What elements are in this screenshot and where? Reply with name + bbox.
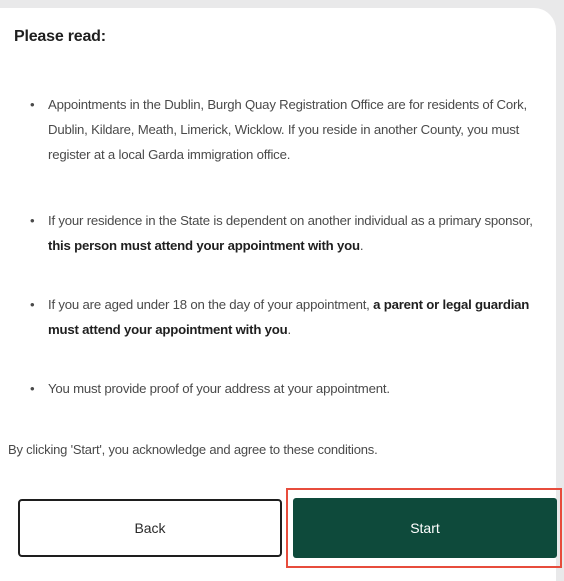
notice-title: Please read: <box>14 28 106 45</box>
condition-item: Appointments in the Dublin, Burgh Quay R… <box>30 92 558 167</box>
condition-text: If your residence in the State is depend… <box>48 213 533 228</box>
condition-text-end: . <box>287 322 292 337</box>
condition-text: If you are aged under 18 on the day of y… <box>48 297 374 312</box>
condition-emphasis: this person must attend your appointment… <box>48 238 360 253</box>
back-button[interactable]: Back <box>18 499 282 557</box>
condition-text: Appointments in the Dublin, Burgh Quay R… <box>48 97 527 162</box>
condition-text: You must provide proof of your address a… <box>48 381 390 396</box>
condition-item: If your residence in the State is depend… <box>30 208 558 258</box>
condition-text-end: . <box>359 238 364 253</box>
condition-item: If you are aged under 18 on the day of y… <box>30 292 558 342</box>
condition-item: You must provide proof of your address a… <box>30 376 558 401</box>
start-button[interactable]: Start <box>293 498 557 558</box>
acknowledgement-text: By clicking 'Start', you acknowledge and… <box>8 442 378 457</box>
